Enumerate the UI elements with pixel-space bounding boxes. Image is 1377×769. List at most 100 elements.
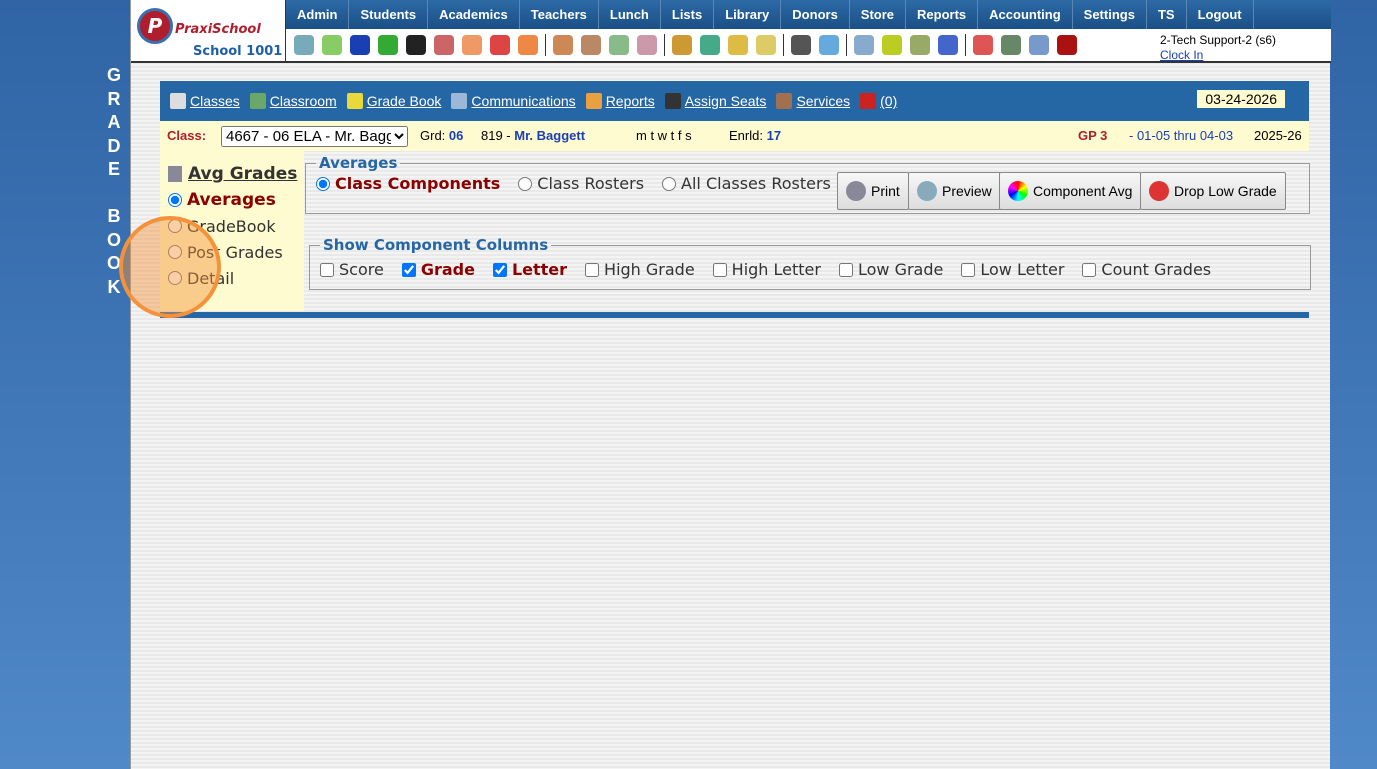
- checkbox-input[interactable]: [320, 262, 334, 277]
- option-score[interactable]: Score: [320, 260, 384, 279]
- toolbar-icon[interactable]: [434, 35, 454, 55]
- checkbox-input[interactable]: [712, 262, 727, 277]
- subnav-icon: [585, 93, 602, 109]
- checkbox-input[interactable]: [492, 262, 507, 277]
- button-icon: [917, 181, 937, 201]
- toolbar-separator: [664, 34, 665, 56]
- class-select[interactable]: 4667 - 06 ELA - Mr. Baggett: [221, 126, 408, 147]
- toolbar-icon[interactable]: [1001, 35, 1021, 55]
- subnav-grade-book[interactable]: Grade Book: [346, 93, 441, 109]
- subnav-assign-seats[interactable]: Assign Seats: [664, 93, 766, 109]
- radio-input[interactable]: [662, 176, 677, 191]
- date-display: 03-24-2026: [1197, 90, 1285, 108]
- option-class-components[interactable]: Class Components: [316, 174, 500, 193]
- toolbar-icon[interactable]: [819, 35, 839, 55]
- toolbar-icon[interactable]: [756, 35, 776, 55]
- checkbox-input[interactable]: [1082, 262, 1097, 277]
- subnav-icon: [664, 93, 681, 109]
- checkbox-input[interactable]: [401, 262, 416, 277]
- nav-students[interactable]: Students: [349, 0, 429, 29]
- checkbox-input[interactable]: [961, 262, 976, 277]
- toolbar-icon[interactable]: [854, 35, 874, 55]
- nav-admin[interactable]: Admin: [286, 0, 350, 29]
- page: P PraxiSchool School 1001 Admin Students Aca…: [130, 0, 1331, 769]
- class-label: Class:: [167, 128, 207, 143]
- option-count-grades[interactable]: Count Grades: [1082, 260, 1211, 279]
- toolbar-separator: [783, 34, 784, 56]
- subnav-services[interactable]: Services: [776, 93, 850, 109]
- user-name: 2-Tech Support-2 (s6): [1160, 33, 1277, 47]
- toolbar-icon[interactable]: [910, 35, 930, 55]
- option-letter[interactable]: Letter: [492, 260, 567, 279]
- toolbar-icon[interactable]: [973, 35, 993, 55]
- nav-donors[interactable]: Donors: [781, 0, 850, 29]
- subnav-communications[interactable]: Communications: [451, 93, 576, 109]
- user-info: 2-Tech Support-2 (s6) Clock In: [1160, 33, 1276, 63]
- option-class-rosters[interactable]: Class Rosters: [518, 174, 644, 193]
- nav-lunch[interactable]: Lunch: [599, 0, 661, 29]
- nav-store[interactable]: Store: [850, 0, 907, 29]
- enrolled: Enrld: 17: [729, 128, 782, 143]
- nav-logout[interactable]: Logout: [1187, 0, 1254, 29]
- subnav--0-[interactable]: (0): [860, 93, 897, 109]
- toolbar-icon[interactable]: [462, 35, 482, 55]
- subnav-classes[interactable]: Classes: [170, 93, 240, 109]
- toolbar-icon[interactable]: [1057, 35, 1077, 55]
- option-all-classes-rosters[interactable]: All Classes Rosters: [662, 174, 831, 193]
- subnav-icon: [346, 93, 363, 109]
- toolbar-icon[interactable]: [490, 35, 510, 55]
- nav-teachers[interactable]: Teachers: [520, 0, 599, 29]
- toolbar-icon[interactable]: [350, 35, 370, 55]
- class-bar: Class: 4667 - 06 ELA - Mr. Baggett Grd: …: [160, 121, 1309, 151]
- nav-accounting[interactable]: Accounting: [978, 0, 1073, 29]
- school-name: School 1001: [193, 44, 283, 59]
- toolbar-icon[interactable]: [553, 35, 573, 55]
- toolbar-icon[interactable]: [882, 35, 902, 55]
- subnav-reports[interactable]: Reports: [585, 93, 655, 109]
- subnav-icon: [249, 93, 266, 109]
- clock-in-link[interactable]: Clock In: [1160, 48, 1276, 63]
- option-high-letter[interactable]: High Letter: [712, 260, 821, 279]
- toolbar-icon[interactable]: [406, 35, 426, 55]
- subnav-icon: [170, 93, 186, 109]
- subnav-classroom[interactable]: Classroom: [249, 93, 337, 109]
- logo[interactable]: P PraxiSchool School 1001: [131, 0, 286, 63]
- nav-lists[interactable]: Lists: [661, 0, 715, 29]
- subnav-icon: [776, 93, 793, 109]
- toolbar-icon[interactable]: [938, 35, 958, 55]
- component-avg-button[interactable]: Component Avg: [999, 172, 1142, 210]
- print-button[interactable]: Print: [837, 172, 909, 210]
- toolbar-icon[interactable]: [322, 35, 342, 55]
- option-grade[interactable]: Grade: [401, 260, 475, 279]
- toolbar-icon[interactable]: [728, 35, 748, 55]
- toolbar-icon[interactable]: [637, 35, 657, 55]
- nav-settings[interactable]: Settings: [1073, 0, 1147, 29]
- checkbox-input[interactable]: [838, 262, 853, 277]
- toolbar-icon[interactable]: [581, 35, 601, 55]
- toolbar-icon[interactable]: [1029, 35, 1049, 55]
- toolbar-icon[interactable]: [378, 35, 398, 55]
- option-low-grade[interactable]: Low Grade: [838, 260, 943, 279]
- nav-ts[interactable]: TS: [1147, 0, 1187, 29]
- left-option[interactable]: Averages: [168, 187, 304, 213]
- toolbar-icon[interactable]: [700, 35, 720, 55]
- toolbar-icon[interactable]: [672, 35, 692, 55]
- nav-library[interactable]: Library: [714, 0, 782, 29]
- sub-nav: Classes Classroom Grade Book Communications…: [160, 81, 1309, 121]
- nav-reports[interactable]: Reports: [906, 0, 979, 29]
- checkbox-input[interactable]: [585, 262, 600, 277]
- drop-low-grade-button[interactable]: Drop Low Grade: [1140, 172, 1286, 210]
- toolbar-icon[interactable]: [609, 35, 629, 55]
- left-radio[interactable]: [168, 193, 182, 207]
- avg-grades-title[interactable]: Avg Grades: [188, 164, 297, 184]
- toolbar-icon[interactable]: [791, 35, 811, 55]
- radio-input[interactable]: [316, 176, 330, 191]
- preview-button[interactable]: Preview: [908, 172, 1001, 210]
- option-low-letter[interactable]: Low Letter: [961, 260, 1064, 279]
- radio-input[interactable]: [518, 176, 533, 191]
- toolbar-icon[interactable]: [518, 35, 538, 55]
- toolbar-icon[interactable]: [294, 35, 314, 55]
- option-high-grade[interactable]: High Grade: [585, 260, 695, 279]
- logo-name: PraxiSchool: [175, 22, 261, 37]
- nav-academics[interactable]: Academics: [428, 0, 520, 29]
